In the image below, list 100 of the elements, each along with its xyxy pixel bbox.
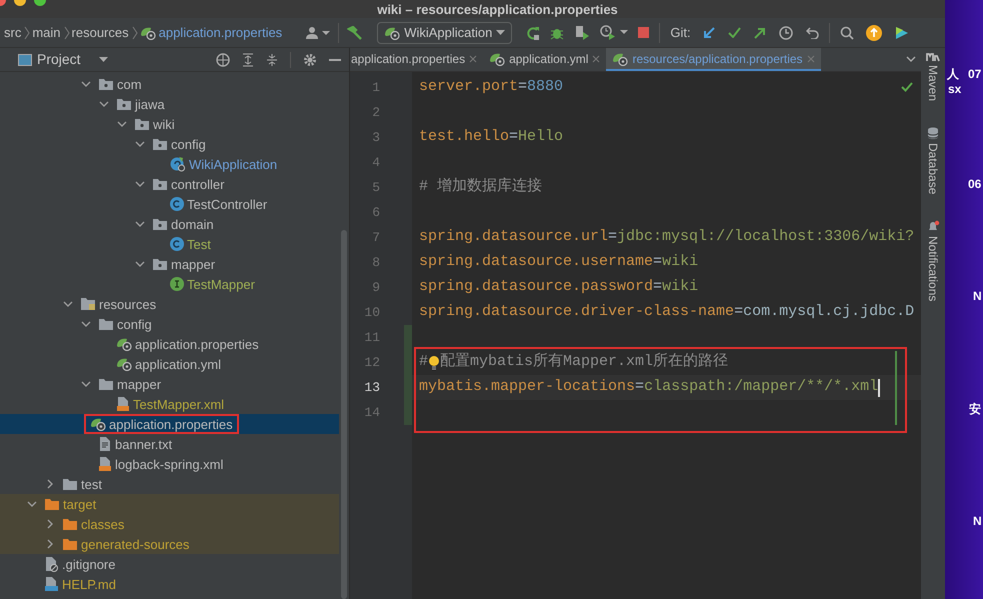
tree-row[interactable]: TestMapper.xml [0,394,339,414]
breadcrumb-item[interactable]: resources [72,22,129,42]
breadcrumb-item[interactable]: main [32,22,61,42]
line-number: 1 [371,78,380,97]
tree-row[interactable]: application.properties [0,334,339,354]
chevron-down-icon[interactable] [99,99,109,109]
dropdown-caret-icon[interactable] [620,30,628,35]
tree-item-label: classes [81,516,124,532]
dropdown-caret-icon[interactable] [98,56,108,62]
code-token: = [734,302,744,322]
scrollbar-thumb[interactable] [341,230,347,599]
tree-row[interactable]: TestController [0,194,339,214]
tool-window-button[interactable]: Database [924,123,942,194]
hammer-icon[interactable] [347,26,364,40]
tree-row[interactable]: test [0,474,339,494]
dropdown-caret-icon[interactable] [322,30,330,36]
line-number: 2 [371,104,380,122]
chevron-right-icon[interactable] [45,539,55,549]
tree-row[interactable]: application.properties [0,414,339,434]
tree-row[interactable]: resources [0,294,339,314]
tree-row[interactable]: logback-spring.xml [0,454,339,474]
tree-item-label: TestController [187,196,268,212]
chevron-down-icon[interactable] [81,319,91,329]
background-text: sx [948,83,962,95]
chevron-down-icon[interactable] [81,379,91,389]
chevron-down-icon[interactable] [906,56,916,63]
project-view-icon [18,54,32,66]
tree-row[interactable]: banner.txt [0,434,339,454]
tree-row[interactable]: controller [0,174,339,194]
expand-all-icon[interactable] [242,52,254,66]
chevron-down-icon[interactable] [63,299,73,309]
tree-row[interactable]: application.yml [0,354,339,374]
code-token: spring.datasource.password [419,277,654,298]
tree-item-label: target [63,496,96,512]
tree-row[interactable]: jiawa [0,94,339,114]
rerun-icon[interactable] [526,26,540,40]
undo-icon[interactable] [806,26,819,38]
spring-config-icon [612,52,628,66]
chevron-right-icon[interactable] [45,519,55,529]
clock-icon[interactable] [778,26,793,40]
chevron-right-icon[interactable] [45,479,55,489]
stop-icon[interactable] [638,27,650,38]
tree-row[interactable]: TestMapper [0,274,339,294]
user-icon[interactable] [306,26,320,39]
code-token: # [419,352,428,372]
markdown-file-icon [44,576,59,592]
breadcrumb-item[interactable]: application.properties [158,22,282,42]
chevron-down-icon[interactable] [135,179,145,189]
tree-row[interactable]: WikiApplication [0,154,339,174]
chevron-down-icon[interactable] [135,259,145,269]
crosshair-icon[interactable] [216,52,230,66]
checkmark-icon[interactable] [728,27,741,38]
line-number: 6 [371,204,380,222]
spring-config-icon [116,337,132,351]
tree-row[interactable]: HELP.md [0,574,339,594]
arrow-up-right-icon[interactable] [754,26,766,38]
tree-row[interactable]: domain [0,214,339,234]
collapse-all-icon[interactable] [266,52,278,66]
settings-icon[interactable] [303,52,317,66]
editor-tab[interactable]: application.properties [350,48,484,71]
line-number: 3 [371,128,380,147]
chevron-down-icon[interactable] [27,499,37,509]
tree-row[interactable]: .gitignore [0,554,339,574]
arrow-down-left-icon[interactable] [702,26,715,38]
panel-title[interactable]: Project [37,49,81,70]
tree-row[interactable]: mapper [0,254,339,274]
chevron-down-icon[interactable] [135,139,145,149]
chevron-down-icon[interactable] [117,119,127,129]
code-token: spring.datasource.url [419,227,608,248]
tree-row[interactable]: classes [0,514,339,534]
minimize-icon[interactable] [329,58,341,60]
line-number: 12 [363,354,380,372]
tree-row[interactable]: mapper [0,374,339,394]
tree-row[interactable]: Test [0,234,339,254]
line-number: 13 [363,378,380,397]
tree-row[interactable]: config [0,314,339,334]
tool-window-button[interactable]: Maven [924,48,942,102]
lightbulb-icon[interactable] [428,354,440,370]
tree-row[interactable]: com [0,74,339,94]
profiler-icon[interactable] [600,25,616,40]
tool-window-button[interactable]: Notifications [924,216,942,302]
chevron-down-icon[interactable] [135,219,145,229]
close-icon[interactable] [469,54,478,62]
code-token: mybatis.mapper-locations [419,377,636,398]
chevron-down-icon[interactable] [81,79,91,89]
breadcrumb-item[interactable]: src [4,22,22,42]
coverage-icon[interactable] [574,25,590,40]
editor-tab[interactable]: resources/application.properties [606,48,821,71]
tree-row[interactable]: target [0,494,339,514]
tree-row[interactable]: config [0,134,339,154]
editor-tab[interactable]: application.yml [483,48,606,71]
app-logo-icon[interactable] [894,24,910,40]
text-cursor [878,378,880,396]
tree-row[interactable]: wiki [0,114,339,134]
search-icon[interactable] [840,26,854,40]
tree-item-label: jiawa [135,96,165,112]
folder-icon [44,498,60,510]
run-configuration-dropdown[interactable]: WikiApplication [377,22,512,44]
tree-row[interactable]: generated-sources [0,534,339,554]
close-icon[interactable] [592,54,600,62]
